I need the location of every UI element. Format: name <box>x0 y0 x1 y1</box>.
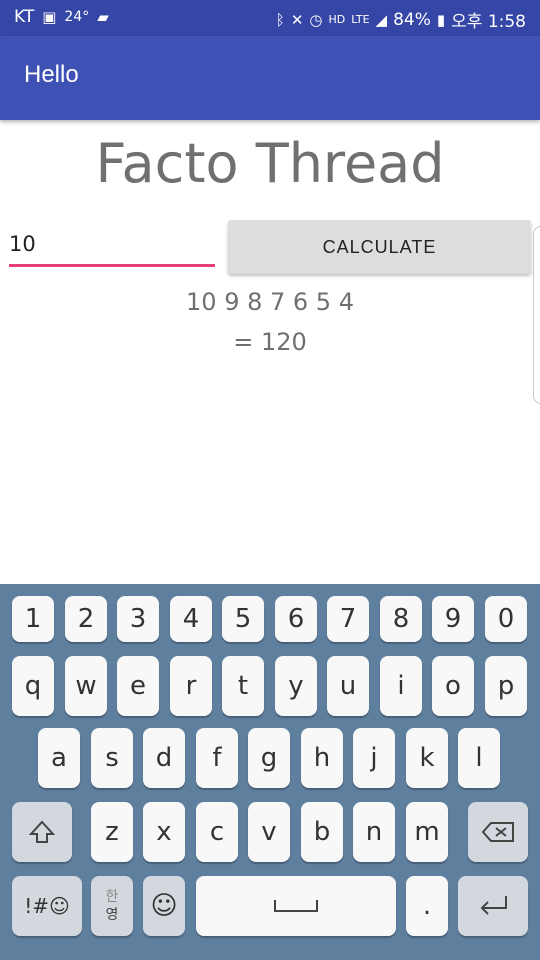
key-g[interactable]: g <box>248 728 290 788</box>
key-c[interactable]: c <box>196 802 238 862</box>
key-2[interactable]: 2 <box>65 596 107 642</box>
key-0[interactable]: 0 <box>485 596 527 642</box>
lang-top-label: 한 <box>105 889 119 905</box>
key-b[interactable]: b <box>301 802 343 862</box>
clock: 오후 1:58 <box>451 12 526 32</box>
emoji-key[interactable]: ☺ <box>143 876 185 936</box>
key-n[interactable]: n <box>353 802 395 862</box>
factor-sequence: 10 9 8 7 6 5 4 <box>186 288 354 316</box>
app-title: Hello <box>24 61 79 88</box>
mute-icon: ✕ <box>290 10 304 29</box>
key-k[interactable]: k <box>406 728 448 788</box>
key-z[interactable]: z <box>91 802 133 862</box>
key-p[interactable]: p <box>485 656 527 716</box>
symbols-key[interactable]: !#☺ <box>12 876 82 936</box>
result-text: = 120 <box>233 328 307 356</box>
temperature-label: 24° <box>64 9 90 25</box>
message-icon: ▰ <box>97 8 109 26</box>
key-a[interactable]: a <box>38 728 80 788</box>
key-s[interactable]: s <box>91 728 133 788</box>
key-7[interactable]: 7 <box>327 596 369 642</box>
enter-key[interactable] <box>458 876 528 936</box>
key-j[interactable]: j <box>353 728 395 788</box>
number-input[interactable] <box>9 222 215 266</box>
page-title: Facto Thread <box>95 132 445 195</box>
key-3[interactable]: 3 <box>117 596 159 642</box>
number-input-container <box>9 222 215 268</box>
signal-icon: ◢ <box>375 10 388 29</box>
key-x[interactable]: x <box>143 802 185 862</box>
bluetooth-icon: ᛒ <box>275 10 285 29</box>
key-8[interactable]: 8 <box>380 596 422 642</box>
key-o[interactable]: o <box>432 656 474 716</box>
status-bar: KT ▣ 24° ▰ ᛒ ✕ ◷ HD LTE ◢ 84% ▮ 오후 1:58 <box>0 0 540 36</box>
space-icon <box>274 900 318 912</box>
language-key[interactable]: 한 영 <box>91 876 133 936</box>
key-y[interactable]: y <box>275 656 317 716</box>
key-9[interactable]: 9 <box>432 596 474 642</box>
shift-icon <box>29 820 55 843</box>
enter-icon <box>480 896 507 915</box>
key-h[interactable]: h <box>301 728 343 788</box>
backspace-key[interactable] <box>468 802 528 862</box>
input-underline <box>9 264 215 267</box>
emoji-icon: ☺ <box>150 891 178 921</box>
calculate-button[interactable]: CALCULATE <box>228 220 531 274</box>
key-d[interactable]: d <box>143 728 185 788</box>
key-l[interactable]: l <box>458 728 500 788</box>
key-v[interactable]: v <box>248 802 290 862</box>
key-e[interactable]: e <box>117 656 159 716</box>
key-r[interactable]: r <box>170 656 212 716</box>
key-f[interactable]: f <box>196 728 238 788</box>
app-bar: Hello <box>0 36 540 120</box>
key-u[interactable]: u <box>327 656 369 716</box>
key-q[interactable]: q <box>12 656 54 716</box>
key-t[interactable]: t <box>222 656 264 716</box>
lang-bottom-label: 영 <box>105 907 119 923</box>
backspace-icon <box>481 822 514 842</box>
key-w[interactable]: w <box>65 656 107 716</box>
alarm-icon: ◷ <box>309 10 323 29</box>
image-icon: ▣ <box>42 8 57 26</box>
soft-keyboard: 1 2 3 4 5 6 7 8 9 0 q w e r t y u i o p … <box>0 584 540 960</box>
lte-icon: LTE <box>351 13 370 26</box>
key-6[interactable]: 6 <box>275 596 317 642</box>
key-5[interactable]: 5 <box>222 596 264 642</box>
key-i[interactable]: i <box>380 656 422 716</box>
carrier-label: KT <box>14 7 35 27</box>
key-4[interactable]: 4 <box>170 596 212 642</box>
hd-icon: HD <box>328 13 346 26</box>
period-key[interactable]: . <box>406 876 448 936</box>
space-key[interactable] <box>196 876 396 936</box>
key-m[interactable]: m <box>406 802 448 862</box>
shift-key[interactable] <box>12 802 72 862</box>
battery-icon: ▮ <box>436 10 446 29</box>
key-1[interactable]: 1 <box>12 596 54 642</box>
battery-percent: 84% <box>393 9 431 30</box>
